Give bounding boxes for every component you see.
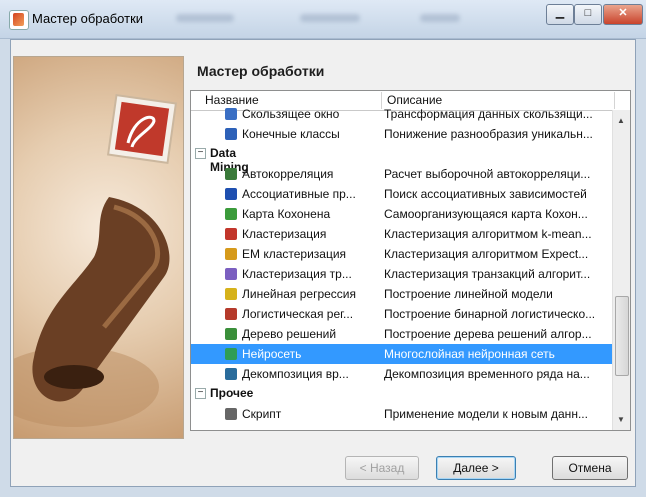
item-name: Конечные классы [242,127,340,141]
item-description: Трансформация данных скользящи... [384,107,593,121]
handler-list[interactable]: Название Описание Скользящее окно Трансфо… [190,90,631,431]
script-icon [225,408,237,420]
transaction-clustering-icon [225,268,237,280]
list-item[interactable]: Карта Кохонена Самоорганизующаяся карта К… [191,204,615,224]
decomposition-icon [225,368,237,380]
item-description: Понижение разнообразия уникальн... [384,127,593,141]
close-button[interactable]: ✕ [603,4,643,25]
clustering-icon [225,228,237,240]
item-name: Скользящее окно [242,107,340,121]
decision-tree-icon [225,328,237,340]
item-name: Ассоциативные пр... [242,187,356,201]
item-name: Дерево решений [242,327,337,341]
list-item[interactable]: EM кластеризация Кластеризация алгоритмом… [191,244,615,264]
minimize-button[interactable]: ▁ [546,4,574,25]
back-button[interactable]: < Назад [345,456,419,480]
list-item[interactable]: Конечные классы Понижение разнообразия ун… [191,124,615,144]
item-name: Скрипт [242,407,282,421]
item-description: Многослойная нейронная сеть [384,347,555,361]
item-name: Логистическая рег... [242,307,354,321]
item-description: Расчет выборочной автокорреляци... [384,167,591,181]
item-description: Построение линейной модели [384,287,553,301]
em-clustering-icon [225,248,237,260]
list-item[interactable]: Ассоциативные пр... Поиск ассоциативных з… [191,184,615,204]
list-item[interactable]: Кластеризация тр... Кластеризация транзак… [191,264,615,284]
cancel-button[interactable]: Отмена [552,456,628,480]
autocorrelation-icon [225,168,237,180]
item-name: Линейная регрессия [242,287,356,301]
item-description: Кластеризация алгоритмом Expect... [384,247,589,261]
kohonen-map-icon [225,208,237,220]
neural-network-icon [225,348,237,360]
item-description: Построение дерева решений алгор... [384,327,592,341]
pipe-illustration [13,56,184,439]
blurred-background [176,14,234,22]
item-name: Декомпозиция вр... [242,367,349,381]
item-description: Поиск ассоциативных зависимостей [384,187,587,201]
blurred-background [300,14,360,22]
collapse-toggle-icon[interactable]: − [195,148,206,159]
scroll-down-icon[interactable]: ▼ [617,415,625,424]
logistic-regression-icon [225,308,237,320]
item-name: Кластеризация [242,227,327,241]
list-item[interactable]: Декомпозиция вр... Декомпозиция временног… [191,364,615,384]
title-bar: Мастер обработки ▁ □ ✕ [0,0,646,39]
list-item[interactable]: Логистическая рег... Построение бинарной … [191,304,615,324]
category-label: Прочее [210,386,254,400]
next-button[interactable]: Далее > [436,456,516,480]
item-description: Кластеризация транзакций алгорит... [384,267,591,281]
item-description: Построение бинарной логистическо... [384,307,596,321]
linear-regression-icon [225,288,237,300]
wizard-heading: Мастер обработки [197,63,325,79]
item-name: Нейросеть [242,347,302,361]
list-item[interactable]: Кластеризация Кластеризация алгоритмом k-… [191,224,615,244]
list-item[interactable]: Линейная регрессия Построение линейной мо… [191,284,615,304]
association-icon [225,188,237,200]
item-name: EM кластеризация [242,247,347,261]
maximize-button[interactable]: □ [574,4,602,25]
item-name: Автокорреляция [242,167,334,181]
list-item[interactable]: Дерево решений Построение дерева решений … [191,324,615,344]
collapse-toggle-icon[interactable]: − [195,388,206,399]
scroll-up-icon[interactable]: ▲ [617,116,625,125]
scroll-thumb[interactable] [615,296,629,376]
item-description: Кластеризация алгоритмом k-mean... [384,227,592,241]
item-name: Кластеризация тр... [242,267,352,281]
pipe-icon [14,93,178,427]
window-icon [225,108,237,120]
list-item[interactable]: Автокорреляция Расчет выборочной автокорр… [191,164,615,184]
classes-icon [225,128,237,140]
list-item[interactable]: Скрипт Применение модели к новым данн... [191,404,615,424]
list-item[interactable]: Нейросеть Многослойная нейронная сеть [191,344,615,364]
vertical-scrollbar[interactable]: ▲ ▼ [612,110,630,430]
item-description: Декомпозиция временного ряда на... [384,367,590,381]
item-description: Самоорганизующаяся карта Кохон... [384,207,588,221]
item-name: Карта Кохонена [242,207,331,221]
app-icon [9,10,29,30]
list-item[interactable]: Скользящее окно Трансформация данных скол… [191,104,615,124]
blurred-background [420,14,460,22]
window-title: Мастер обработки [32,11,144,26]
item-description: Применение модели к новым данн... [384,407,588,421]
